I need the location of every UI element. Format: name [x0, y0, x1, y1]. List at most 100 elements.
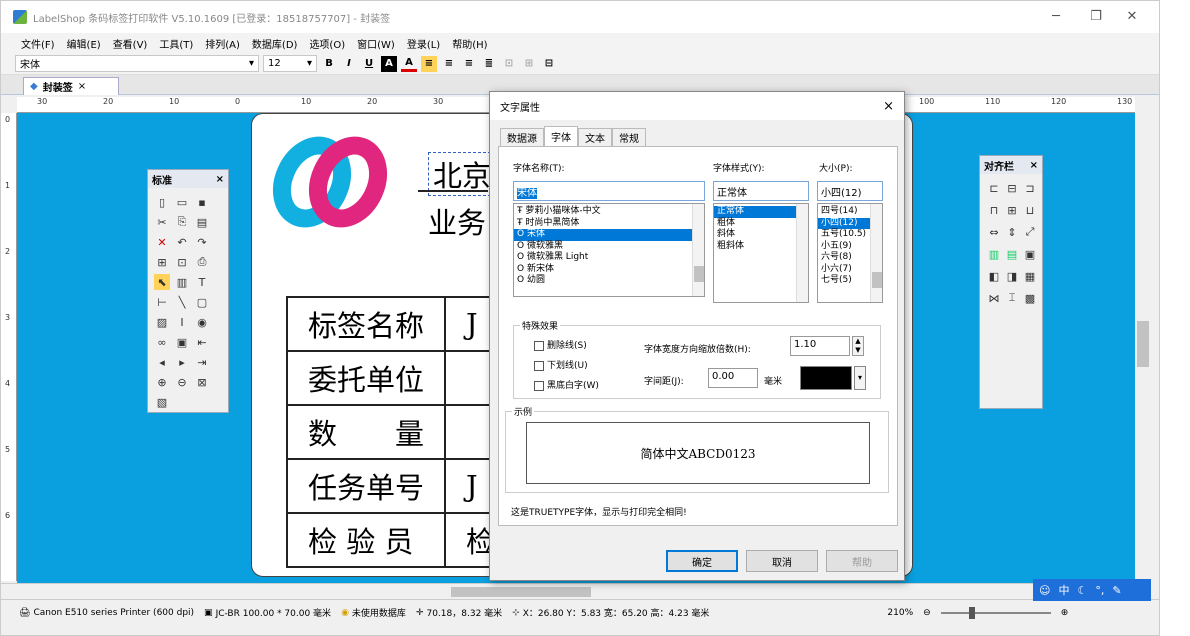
- style-list-scrollbar[interactable]: [796, 204, 808, 302]
- ime-lang[interactable]: 中: [1058, 582, 1069, 598]
- font-list-item[interactable]: Ŧ 时尚中黑简体: [514, 218, 704, 230]
- group-icon[interactable]: ⊡: [501, 56, 517, 72]
- align-right-icon[interactable]: ≡: [461, 56, 477, 72]
- table-cell-label[interactable]: 标签名称: [285, 296, 447, 352]
- tab-font[interactable]: 字体: [544, 126, 578, 146]
- tab-document[interactable]: ◆ 封装签 ×: [23, 77, 119, 95]
- strikeout-checkbox[interactable]: 删除线(S): [534, 338, 587, 351]
- menu-tools[interactable]: 工具(T): [153, 36, 199, 51]
- align-hcenter-icon[interactable]: ⊟: [1004, 180, 1020, 196]
- menu-file[interactable]: 文件(F): [15, 36, 61, 51]
- inverse-checkbox[interactable]: 黑底白字(W): [534, 378, 599, 391]
- distribute-h-icon[interactable]: ▥: [986, 246, 1002, 262]
- menu-options[interactable]: 选项(O): [303, 36, 351, 51]
- font-name-select[interactable]: 宋体 ▾: [15, 55, 259, 72]
- scroll-thumb[interactable]: [694, 266, 704, 282]
- send-back-icon[interactable]: ◨: [1004, 268, 1020, 284]
- same-width-icon[interactable]: ⇔: [986, 224, 1002, 240]
- copy-icon[interactable]: ⎘: [174, 214, 190, 230]
- cut-icon[interactable]: ✂: [154, 214, 170, 230]
- table-cell-label[interactable]: 数 量: [285, 404, 447, 460]
- vertical-scrollbar[interactable]: [1135, 97, 1151, 583]
- font-list-item[interactable]: O 幼圆: [514, 275, 704, 287]
- font-color-picker[interactable]: [800, 366, 852, 390]
- zoom-slider-thumb[interactable]: [968, 606, 975, 619]
- spin-button-icon[interactable]: ▲ ▼: [852, 336, 864, 356]
- underline-button[interactable]: U: [361, 56, 377, 72]
- width-scale-field[interactable]: 1.10: [790, 336, 850, 356]
- tab-general[interactable]: 常规: [612, 128, 646, 146]
- group-objects-icon[interactable]: ▩: [1022, 290, 1038, 306]
- spacing-field[interactable]: 0.00: [708, 368, 758, 388]
- font-list-item[interactable]: O 微软雅黑: [514, 241, 704, 253]
- font-list-item[interactable]: O 宋体: [514, 229, 704, 241]
- scroll-thumb[interactable]: [1137, 321, 1149, 367]
- prev-page-icon[interactable]: ◂: [154, 354, 170, 370]
- align-right-edge-icon[interactable]: ⊐: [1022, 180, 1038, 196]
- align-left-edge-icon[interactable]: ⊏: [986, 180, 1002, 196]
- text-icon[interactable]: T: [194, 274, 210, 290]
- ok-button[interactable]: 确定: [666, 550, 738, 572]
- undo-icon[interactable]: ↶: [174, 234, 190, 250]
- redo-icon[interactable]: ↷: [194, 234, 210, 250]
- cancel-button[interactable]: 取消: [746, 550, 818, 572]
- zoom-out-icon[interactable]: ⊖: [174, 374, 190, 390]
- wrench-icon[interactable]: ✎: [1112, 584, 1121, 597]
- zoom-fit-icon[interactable]: ⊠: [194, 374, 210, 390]
- font-list[interactable]: Ŧ 萝莉小猫咪体-中文 Ŧ 时尚中黑简体 O 宋体 O 微软雅黑 O 微软雅黑 Ligh…: [513, 203, 705, 297]
- font-size-select[interactable]: 12 ▾: [263, 55, 317, 72]
- inverse-button[interactable]: A: [381, 55, 397, 72]
- align-left-icon[interactable]: ≡: [421, 55, 437, 72]
- style-list-item[interactable]: 正常体: [714, 206, 808, 218]
- size-list-scrollbar[interactable]: [870, 204, 882, 302]
- zoom-out-icon[interactable]: ⊖: [923, 608, 931, 618]
- same-height-icon[interactable]: ⇕: [1004, 224, 1020, 240]
- lock-icon[interactable]: ▦: [1022, 268, 1038, 284]
- tab-datasource[interactable]: 数据源: [500, 128, 544, 146]
- next-page-icon[interactable]: ▸: [174, 354, 190, 370]
- palette-close-icon[interactable]: ×: [1030, 160, 1038, 171]
- size-field[interactable]: 小四(12): [817, 181, 883, 201]
- menu-window[interactable]: 窗口(W): [351, 36, 401, 51]
- restore-button[interactable]: ❐: [1081, 9, 1111, 24]
- open-icon[interactable]: ▭: [174, 194, 190, 210]
- underline-checkbox[interactable]: 下划线(U): [534, 358, 588, 371]
- grid-icon[interactable]: ⊞: [154, 254, 170, 270]
- menu-login[interactable]: 登录(L): [401, 36, 446, 51]
- select-icon[interactable]: ⬉: [154, 274, 170, 290]
- ime-toolbar[interactable]: ☺ 中 ☾ °, ✎: [1033, 579, 1151, 601]
- zoom-in-icon[interactable]: ⊕: [154, 374, 170, 390]
- new-icon[interactable]: ▯: [154, 194, 170, 210]
- menu-arrange[interactable]: 排列(A): [199, 36, 246, 51]
- dialog-title-bar[interactable]: 文字属性 ×: [490, 92, 904, 120]
- diagonal-line-icon[interactable]: ╲: [174, 294, 190, 310]
- justify-icon[interactable]: ≣: [481, 56, 497, 72]
- center-page-icon[interactable]: ▣: [1022, 246, 1038, 262]
- align-center-icon[interactable]: ≡: [441, 56, 457, 72]
- ungroup-icon[interactable]: ⊞: [521, 56, 537, 72]
- properties-icon[interactable]: ⊟: [541, 56, 557, 72]
- delete-icon[interactable]: ✕: [154, 234, 170, 250]
- help-doc-icon[interactable]: ▧: [154, 394, 170, 410]
- bold-button[interactable]: B: [321, 56, 337, 72]
- help-button[interactable]: 帮助: [826, 550, 898, 572]
- barcode-icon[interactable]: ▥: [174, 274, 190, 290]
- align-bottom-icon[interactable]: ⊔: [1022, 202, 1038, 218]
- database-icon[interactable]: ◉: [194, 314, 210, 330]
- page-icon[interactable]: ▣: [174, 334, 190, 350]
- font-list-item[interactable]: O 新宋体: [514, 264, 704, 276]
- binoculars-icon[interactable]: ∞: [154, 334, 170, 350]
- menu-view[interactable]: 查看(V): [107, 36, 154, 51]
- zoom-in-icon[interactable]: ⊕: [1061, 608, 1069, 618]
- zoom-slider[interactable]: [940, 606, 1051, 619]
- first-page-icon[interactable]: ⇤: [194, 334, 210, 350]
- preview-icon[interactable]: ⊡: [174, 254, 190, 270]
- space-equal-icon[interactable]: ⋈: [986, 290, 1002, 306]
- palette-close-icon[interactable]: ×: [216, 174, 224, 185]
- space-equal-v-icon[interactable]: ⌶: [1004, 290, 1020, 306]
- tab-text[interactable]: 文本: [578, 128, 612, 146]
- palette-title-bar[interactable]: 对齐栏 ×: [980, 156, 1042, 174]
- style-list-item[interactable]: 粗斜体: [714, 241, 808, 253]
- same-size-icon[interactable]: ⤢: [1022, 224, 1038, 240]
- font-list-scrollbar[interactable]: [692, 204, 704, 296]
